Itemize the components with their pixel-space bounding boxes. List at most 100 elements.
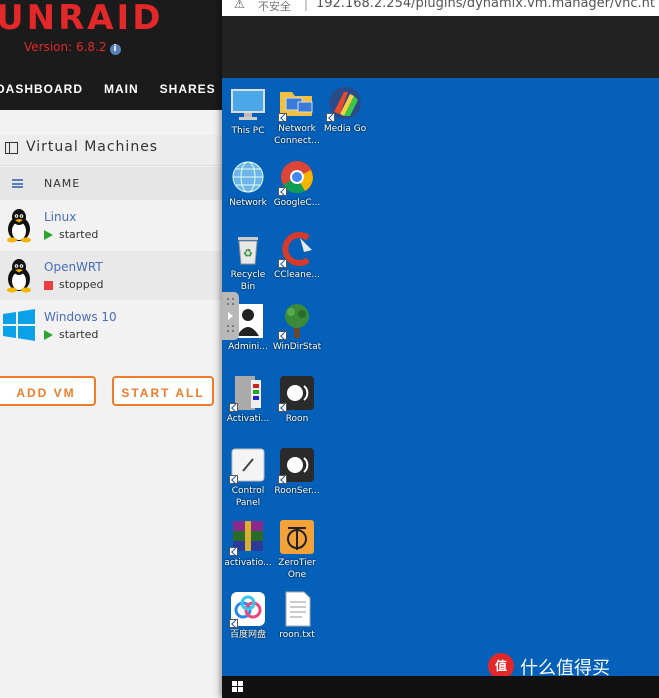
control-panel-icon <box>229 446 267 484</box>
desktop-icon-roon[interactable]: Roon <box>272 374 322 425</box>
vm-row-openwrt[interactable]: OpenWRT stopped <box>0 251 222 300</box>
desktop-icon-network[interactable]: Network <box>223 158 273 209</box>
unraid-header: UNRAID Version: 6.8.2 i DASHBOARD MAIN SH… <box>0 0 224 110</box>
icon-label: roon.txt <box>279 630 315 640</box>
address-bar[interactable]: ⚠ 不安全 | 192.168.2.254/plugins/dynamix.vm… <box>222 0 659 16</box>
activation-icon <box>229 374 267 412</box>
windows-desktop[interactable]: This PC Network ♻ Recycle Bin Admini... <box>222 78 659 679</box>
icon-label: Network <box>229 198 267 208</box>
desktop-icon-windirstat[interactable]: WinDirStat <box>272 302 322 353</box>
shortcut-arrow-icon <box>278 259 287 268</box>
ccleaner-icon <box>278 230 316 268</box>
icon-label: Admini... <box>228 342 268 352</box>
windows-logo-icon <box>3 309 35 341</box>
roon-icon <box>278 374 316 412</box>
vnc-sidebar-handle[interactable] <box>222 292 239 340</box>
network-globe-icon <box>229 158 267 196</box>
media-go-icon <box>326 84 364 122</box>
play-icon <box>44 230 53 240</box>
vm-name[interactable]: Linux <box>44 210 76 224</box>
icon-label: Network Connect... <box>274 124 320 146</box>
desktop-icon-roon-txt[interactable]: roon.txt <box>272 590 322 641</box>
windows-start-icon[interactable] <box>232 681 244 693</box>
warning-icon[interactable]: ⚠ <box>234 0 245 11</box>
vm-row-windows-10[interactable]: Windows 10 started <box>0 301 222 350</box>
desktop-icon-zerotier[interactable]: ZeroTier One <box>272 518 322 581</box>
shortcut-arrow-icon <box>229 547 238 556</box>
icon-label: Activati... <box>226 414 270 424</box>
desktop-icon-control-panel[interactable]: Control Panel <box>223 446 273 509</box>
tux-icon <box>7 209 31 243</box>
roon-server-icon <box>278 446 316 484</box>
desktop-icon-recycle-bin[interactable]: ♻ Recycle Bin <box>223 230 273 293</box>
section-title-text: Virtual Machines <box>26 139 159 155</box>
icon-label: This PC <box>231 126 265 136</box>
winrar-icon <box>229 518 267 556</box>
zerotier-icon <box>278 518 316 556</box>
column-name-header[interactable]: NAME <box>44 177 80 190</box>
desktop-icon-network-connections[interactable]: Network Connect... <box>272 84 322 147</box>
icon-label: WinDirStat <box>272 342 322 352</box>
icon-label: Control Panel <box>231 486 265 508</box>
desktop-icon-baidu-netdisk[interactable]: 百度网盘 <box>223 590 273 641</box>
shortcut-arrow-icon <box>278 475 287 484</box>
desktop-icon-google-chrome[interactable]: GoogleC... <box>272 158 322 209</box>
icon-label: Recycle Bin <box>230 270 266 292</box>
icon-label: RoonSer... <box>274 486 320 496</box>
expand-arrow-icon <box>228 312 233 320</box>
shortcut-arrow-icon <box>278 187 287 196</box>
network-connections-icon <box>278 84 316 122</box>
vm-table-header: NAME <box>0 167 222 200</box>
version-label: Version: 6.8.2 i <box>24 40 121 55</box>
vm-section-title: Virtual Machines <box>0 135 222 166</box>
shortcut-arrow-icon <box>229 403 238 412</box>
browser-toolbar <box>222 16 659 78</box>
unraid-logo[interactable]: UNRAID <box>0 0 163 38</box>
vm-status: started <box>44 228 98 241</box>
chrome-icon <box>278 158 316 196</box>
play-icon <box>44 330 53 340</box>
url-text[interactable]: 192.168.2.254/plugins/dynamix.vm.manager… <box>316 0 655 11</box>
icon-label: activatio... <box>224 558 272 568</box>
add-vm-button[interactable]: ADD VM <box>0 376 96 406</box>
vm-status: started <box>44 328 98 341</box>
vnc-browser-window: ⚠ 不安全 | 192.168.2.254/plugins/dynamix.vm… <box>222 0 659 698</box>
nav-main[interactable]: MAIN <box>104 82 139 96</box>
shortcut-arrow-icon <box>229 475 238 484</box>
shortcut-arrow-icon <box>326 113 335 122</box>
icon-label: ZeroTier One <box>278 558 316 580</box>
desktop-icon-ccleaner[interactable]: CCleane... <box>272 230 322 281</box>
insecure-label: 不安全 <box>258 0 291 13</box>
shortcut-arrow-icon <box>278 113 287 122</box>
stop-icon <box>44 280 53 290</box>
vm-status: stopped <box>44 278 104 291</box>
icon-label: GoogleC... <box>273 198 321 208</box>
info-icon[interactable]: i <box>109 44 121 55</box>
windirstat-icon <box>278 302 316 340</box>
start-all-button[interactable]: START ALL <box>112 376 214 406</box>
desktop-icon-activation-rar[interactable]: activatio... <box>223 518 273 569</box>
svg-text:♻: ♻ <box>243 247 253 260</box>
shortcut-arrow-icon <box>278 403 287 412</box>
desktop-icon-roon-server[interactable]: RoonSer... <box>272 446 322 497</box>
windows-taskbar <box>222 676 659 698</box>
unraid-panel: UNRAID Version: 6.8.2 i DASHBOARD MAIN SH… <box>0 0 224 698</box>
icon-label: 百度网盘 <box>229 630 266 640</box>
desktop-icon-activation[interactable]: Activati... <box>223 374 273 425</box>
recycle-bin-icon: ♻ <box>229 230 267 268</box>
separator: | <box>304 0 309 11</box>
list-icon <box>12 179 23 188</box>
shortcut-arrow-icon <box>278 331 287 340</box>
vm-name[interactable]: OpenWRT <box>44 260 103 274</box>
icon-label: Roon <box>285 414 309 424</box>
baidu-netdisk-icon <box>229 590 267 628</box>
version-text: Version: 6.8.2 <box>24 40 107 54</box>
desktop-icon-media-go[interactable]: Media Go <box>320 84 370 135</box>
tux-icon <box>7 259 31 293</box>
nav-shares[interactable]: SHARES <box>160 82 216 96</box>
desktop-icon-this-pc[interactable]: This PC <box>223 86 273 137</box>
vm-name[interactable]: Windows 10 <box>44 310 117 324</box>
nav-dashboard[interactable]: DASHBOARD <box>0 82 83 96</box>
text-file-icon <box>278 590 316 628</box>
vm-row-linux[interactable]: Linux started <box>0 201 222 250</box>
